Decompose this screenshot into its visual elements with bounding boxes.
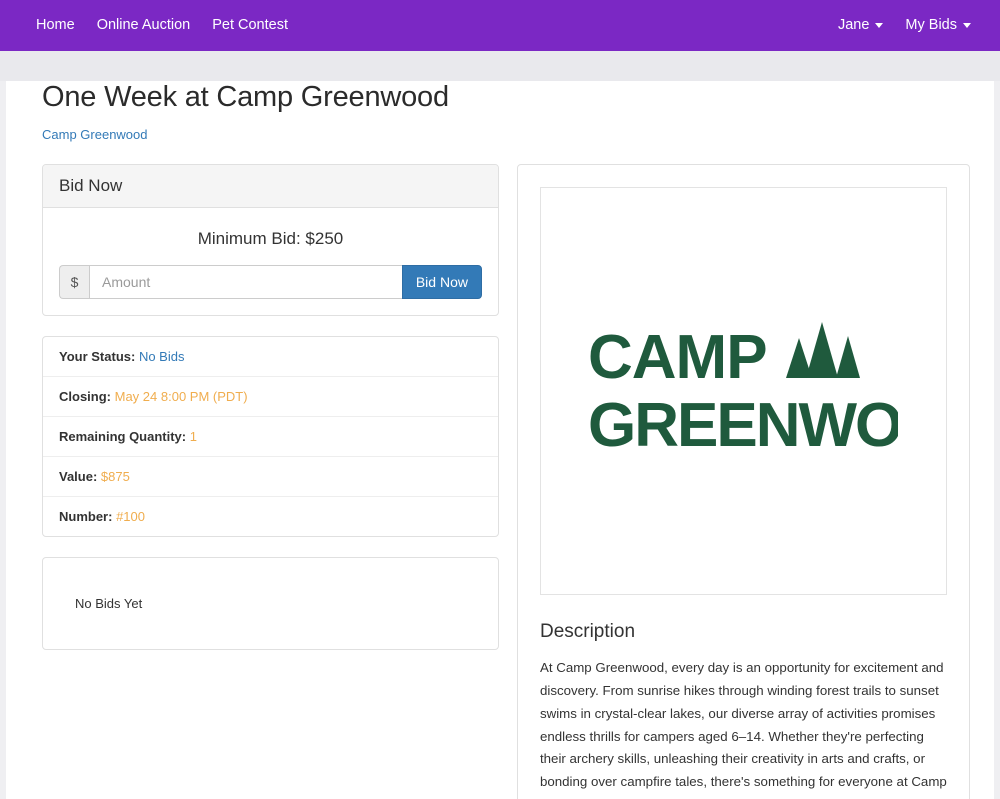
chevron-down-icon (963, 22, 971, 28)
left-column: Bid Now Minimum Bid: $250 $ Bid Now Your… (42, 164, 499, 650)
bid-now-panel: Bid Now Minimum Bid: $250 $ Bid Now (42, 164, 499, 316)
nav-my-bids-menu[interactable]: My Bids (894, 0, 982, 51)
nav-home[interactable]: Home (25, 0, 86, 51)
bid-now-panel-title: Bid Now (59, 176, 123, 195)
bid-amount-input[interactable] (89, 265, 402, 299)
nav-user-menu[interactable]: Jane (827, 0, 894, 51)
right-column: CAMP GREENWOOD Description At Camp Green… (516, 164, 970, 799)
breadcrumb-organization-link[interactable]: Camp Greenwood (42, 127, 148, 142)
nav-my-bids-label: My Bids (905, 17, 957, 33)
nav-online-auction[interactable]: Online Auction (86, 0, 202, 51)
detail-value-value: $875 (100, 469, 130, 484)
detail-closing-label: Closing: (59, 389, 111, 404)
detail-number-label: Number: (59, 509, 113, 524)
chevron-down-icon (875, 22, 884, 28)
detail-your-status-value: No Bids (138, 349, 185, 364)
nav-user-menu-label: Jane (837, 17, 870, 33)
description-heading: Description (539, 621, 636, 642)
navbar-right-links: Jane My Bids (827, 0, 982, 51)
main-row: Bid Now Minimum Bid: $250 $ Bid Now Your… (30, 164, 970, 799)
item-image-panel: CAMP GREENWOOD Description At Camp Green… (516, 164, 970, 799)
logo-text-greenwood: GREENWOOD (588, 391, 898, 460)
detail-remaining-quantity: Remaining Quantity: 1 (43, 417, 498, 457)
navbar-left-links: Home Online Auction Pet Contest (25, 0, 299, 51)
minimum-bid-text: Minimum Bid: $250 (197, 229, 344, 248)
detail-number-value: #100 (116, 509, 145, 524)
bid-amount-input-group: $ Bid Now (59, 265, 482, 299)
logo-text-camp: CAMP (588, 323, 767, 392)
detail-remaining-quantity-label: Remaining Quantity: (59, 429, 187, 444)
nav-pet-contest[interactable]: Pet Contest (201, 0, 299, 51)
item-image-frame: CAMP GREENWOOD (539, 187, 947, 595)
page-title: One Week at Camp Greenwood (42, 81, 449, 113)
pine-tree-icon (806, 322, 839, 378)
currency-symbol-addon: $ (59, 265, 89, 299)
no-bids-message: No Bids Yet (75, 596, 143, 611)
detail-your-status-label: Your Status: (59, 349, 136, 364)
bid-now-submit-button[interactable]: Bid Now (401, 265, 482, 299)
pine-tree-icon (836, 336, 861, 378)
content-container: One Week at Camp Greenwood Camp Greenwoo… (6, 81, 994, 799)
detail-value-label: Value: (59, 469, 98, 484)
item-image-panel-body: CAMP GREENWOOD Description At Camp Green… (518, 165, 969, 799)
detail-value: Value: $875 (43, 457, 498, 497)
camp-greenwood-logo-icon: CAMP GREENWOOD (588, 322, 898, 460)
detail-closing-value: May 24 8:00 PM (PDT) (114, 389, 248, 404)
bid-now-panel-body: Minimum Bid: $250 $ Bid Now (43, 208, 498, 315)
page-content: One Week at Camp Greenwood Camp Greenwoo… (0, 81, 1000, 799)
item-details-list: Your Status: No Bids Closing: May 24 8:0… (42, 336, 499, 537)
detail-remaining-quantity-value: 1 (189, 429, 197, 444)
description-body: At Camp Greenwood, every day is an oppor… (539, 660, 947, 799)
detail-number: Number: #100 (43, 497, 498, 536)
bid-now-panel-heading: Bid Now (43, 165, 498, 208)
bid-history-panel: No Bids Yet (42, 557, 499, 650)
detail-your-status: Your Status: No Bids (43, 337, 498, 377)
top-navbar: Home Online Auction Pet Contest Jane My … (0, 0, 1000, 51)
detail-closing: Closing: May 24 8:00 PM (PDT) (43, 377, 498, 417)
